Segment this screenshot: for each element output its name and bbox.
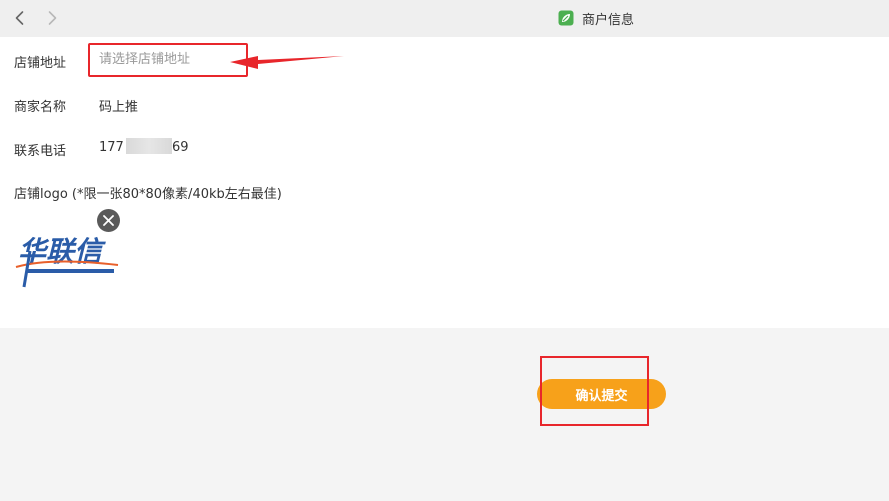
- phone-value-prefix: 177: [99, 140, 124, 155]
- leaf-app-icon: [558, 10, 574, 26]
- phone-redaction: [126, 138, 172, 154]
- submit-highlight-box: [540, 356, 649, 426]
- chevron-right-icon[interactable]: [42, 8, 62, 28]
- merchant-name-value: 码上推: [99, 100, 139, 115]
- address-input[interactable]: 请选择店铺地址: [88, 43, 248, 77]
- window-title: 商户信息: [582, 12, 635, 28]
- phone-value-suffix: 69: [172, 140, 189, 155]
- address-placeholder: 请选择店铺地址: [99, 52, 191, 67]
- window-title-group: 商户信息: [558, 9, 635, 28]
- remove-logo-button[interactable]: [97, 209, 120, 232]
- address-label: 店铺地址: [14, 56, 67, 71]
- store-logo-image: 华联信: [14, 221, 120, 291]
- annotation-arrow-icon: [230, 56, 344, 69]
- title-bar: 商户信息: [0, 0, 889, 37]
- merchant-info-form: 店铺地址 请选择店铺地址 商家名称 码上推 联系电话 177 69 店铺logo…: [0, 37, 889, 328]
- close-icon: [103, 215, 114, 226]
- chevron-left-icon[interactable]: [10, 8, 30, 28]
- merchant-name-label: 商家名称: [14, 100, 67, 115]
- phone-label: 联系电话: [14, 144, 67, 159]
- logo-label: 店铺logo (*限一张80*80像素/40kb左右最佳): [14, 187, 282, 202]
